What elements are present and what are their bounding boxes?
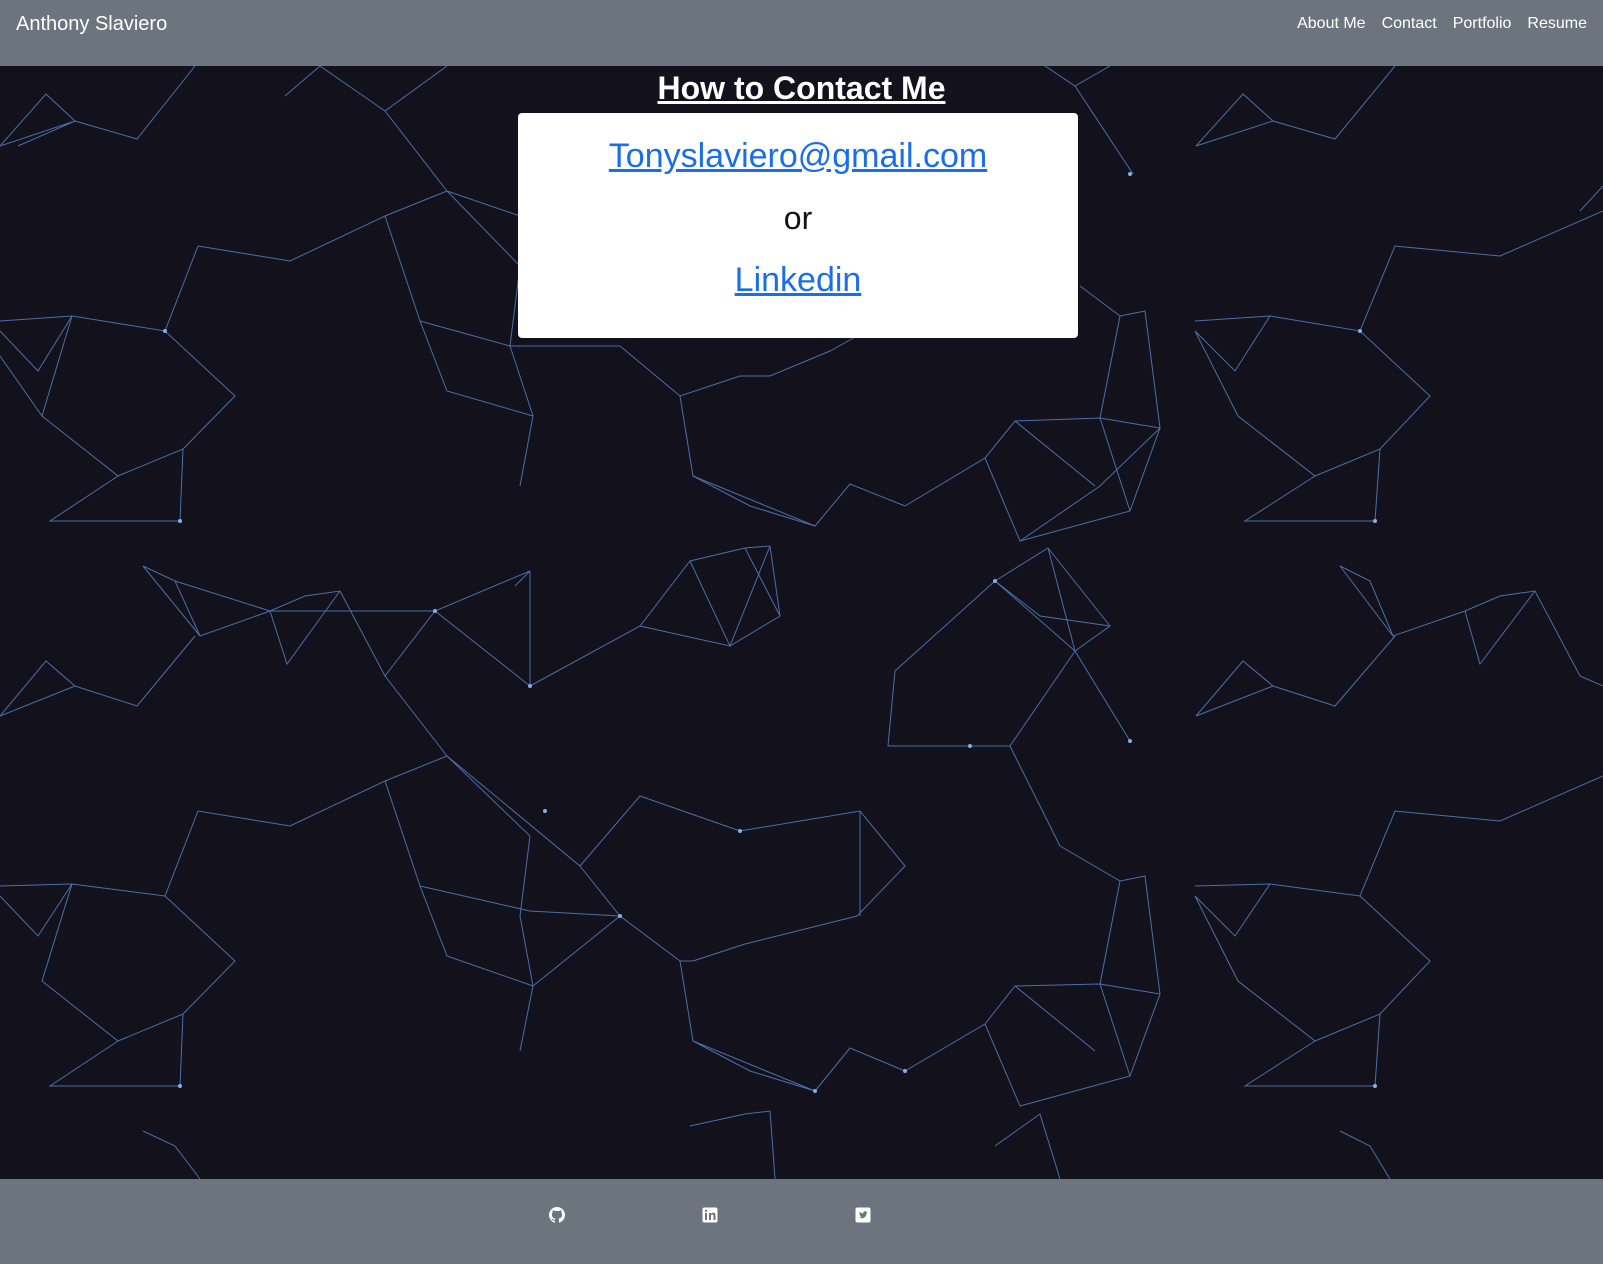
nav-about-me[interactable]: About Me (1297, 14, 1365, 34)
linkedin-icon[interactable] (702, 1207, 718, 1223)
twitter-icon[interactable] (855, 1207, 871, 1223)
email-link[interactable]: Tonyslaviero@gmail.com (518, 133, 1078, 179)
nav-contact[interactable]: Contact (1382, 14, 1437, 34)
nav-links: About Me Contact Portfolio Resume (1297, 14, 1587, 34)
contact-card: Tonyslaviero@gmail.com or Linkedin (518, 113, 1078, 338)
nav-portfolio[interactable]: Portfolio (1453, 14, 1512, 34)
footer (0, 1179, 1603, 1264)
nav-resume[interactable]: Resume (1527, 14, 1587, 34)
page-title: How to Contact Me (657, 70, 946, 106)
or-separator: or (783, 200, 813, 236)
brand-link[interactable]: Anthony Slaviero (16, 12, 167, 36)
navbar: Anthony Slaviero About Me Contact Portfo… (0, 0, 1603, 66)
linkedin-link[interactable]: Linkedin (518, 257, 1078, 303)
github-icon[interactable] (549, 1207, 565, 1223)
